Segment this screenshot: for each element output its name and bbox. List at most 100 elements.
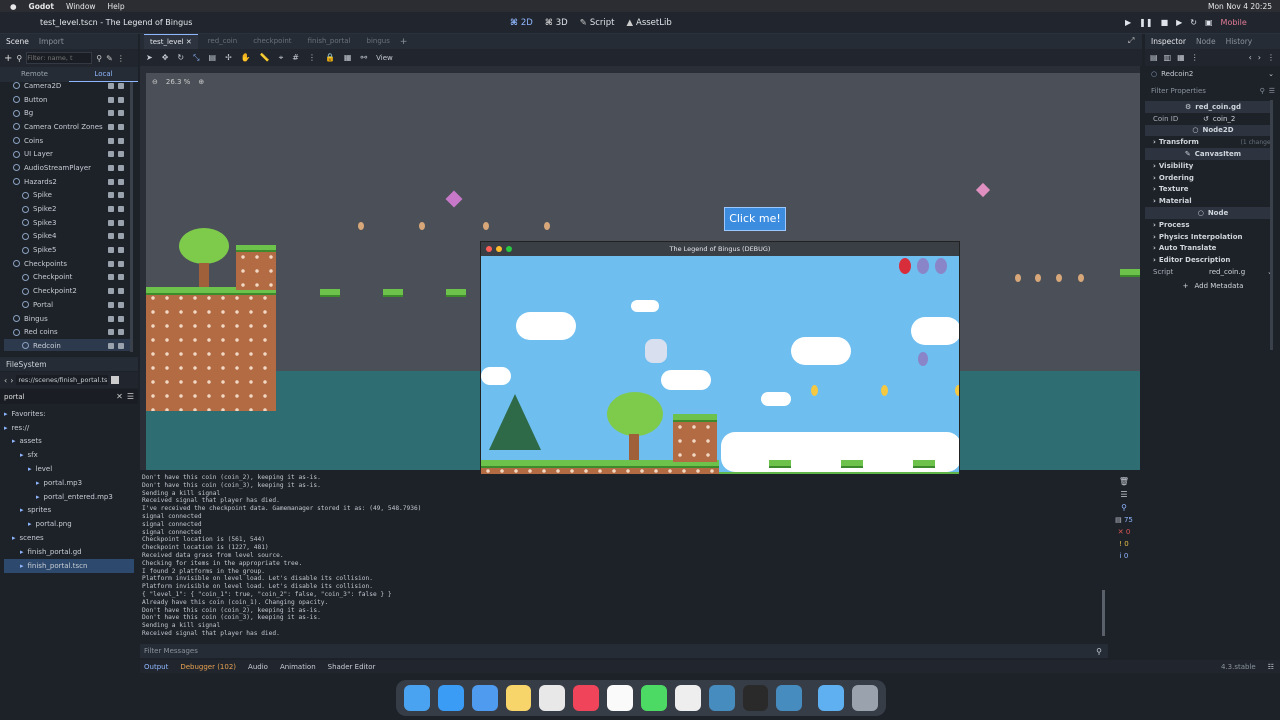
add-tab-icon[interactable]: +	[400, 37, 408, 47]
editor-description-section[interactable]: › Editor Description	[1145, 254, 1273, 266]
fs-item[interactable]: ▸ sfx	[4, 448, 134, 462]
scene-tree-item[interactable]: Button	[4, 93, 132, 107]
tab-inspector[interactable]: Inspector	[1151, 37, 1186, 46]
script-resource[interactable]: red_coin.g	[1209, 268, 1245, 276]
visibility-icons[interactable]	[108, 274, 124, 281]
reset-icon[interactable]: ↺	[1203, 115, 1209, 123]
fs-item[interactable]: ▸ scenes	[4, 531, 134, 545]
ruler-tool-icon[interactable]: 📏	[260, 53, 270, 62]
scene-tree-item[interactable]: Spike	[4, 189, 132, 203]
visibility-icons[interactable]	[108, 233, 124, 240]
play-icon[interactable]: ▶	[1125, 18, 1131, 27]
reload-icon[interactable]: ↻	[1190, 18, 1197, 27]
move-tool-icon[interactable]: ✥	[162, 53, 169, 62]
finder-icon[interactable]	[404, 685, 430, 711]
zoom-in-icon[interactable]: ⊕	[198, 78, 204, 86]
visibility-icons[interactable]	[108, 123, 124, 130]
layout-icon[interactable]: ☷	[1268, 663, 1274, 671]
fs-path[interactable]: res://scenes/finish_portal.ts	[16, 375, 109, 385]
safari-icon[interactable]	[437, 685, 464, 711]
close-icon[interactable]: ✕	[186, 38, 192, 46]
ordering-section[interactable]: › Ordering	[1145, 172, 1273, 184]
workspace-assetlib[interactable]: ▲ AssetLib	[626, 18, 671, 28]
music-icon[interactable]	[573, 685, 600, 711]
clear-log-icon[interactable]: 🗑	[1119, 477, 1129, 486]
back-icon[interactable]: ‹	[4, 376, 7, 385]
prev-icon[interactable]: ‹	[1249, 53, 1252, 62]
scene-tree-item[interactable]: AudioStreamPlayer	[4, 161, 132, 175]
fs-item[interactable]: ▸ portal_entered.mp3	[4, 490, 134, 504]
scene-tree-item[interactable]: Red coins	[4, 325, 132, 339]
scene-tree-item[interactable]: Checkpoint	[4, 271, 132, 285]
scene-tree-item[interactable]: Spike3	[4, 216, 132, 230]
app-menu[interactable]: Godot	[29, 2, 54, 11]
visibility-icons[interactable]	[108, 206, 124, 213]
visibility-icons[interactable]	[108, 151, 124, 158]
coin-id-value[interactable]: coin_2	[1213, 115, 1235, 123]
link-icon[interactable]: ⚲	[16, 54, 22, 63]
auto-translate-section[interactable]: › Auto Translate	[1145, 243, 1273, 255]
clear-icon[interactable]: ✕	[116, 392, 123, 401]
fs-item[interactable]: ▸ assets	[4, 435, 134, 449]
scene-tree-item[interactable]: Camera Control Zones	[4, 120, 132, 134]
messages-icon[interactable]	[641, 685, 667, 711]
transform-section[interactable]: › Transform (1 change)	[1145, 136, 1273, 148]
menu-icon[interactable]: ⋮	[117, 54, 125, 63]
tab-checkpoint[interactable]: checkpoint	[247, 34, 297, 49]
visibility-icons[interactable]	[108, 219, 124, 226]
workspace-2d[interactable]: ⌘ 2D	[510, 18, 533, 28]
scene-tree-item[interactable]: Camera2D	[4, 79, 132, 93]
more-icon[interactable]: ⋮	[308, 53, 316, 62]
notes-icon[interactable]	[505, 685, 532, 711]
fs-item[interactable]: ▸ res://	[4, 421, 134, 435]
split-icon[interactable]	[111, 376, 120, 384]
workspace-script[interactable]: ✎ Script	[580, 18, 615, 28]
tab-bingus[interactable]: bingus	[361, 34, 396, 49]
extra-icon[interactable]: ⋮	[1191, 53, 1199, 62]
physics-interp-section[interactable]: › Physics Interpolation	[1145, 231, 1273, 243]
process-section[interactable]: › Process	[1145, 219, 1273, 231]
load-resource-icon[interactable]: ▥	[1164, 53, 1172, 62]
grid-icon[interactable]: #	[292, 53, 299, 62]
play-scene-icon[interactable]: ▶	[1176, 18, 1182, 27]
mail-icon[interactable]	[471, 685, 498, 711]
list-tool-icon[interactable]: ▤	[209, 53, 217, 62]
tab-scene[interactable]: Scene	[6, 37, 29, 46]
visibility-icons[interactable]	[108, 110, 124, 117]
tab-node[interactable]: Node	[1196, 37, 1216, 46]
stop-icon[interactable]: ■	[1161, 18, 1169, 27]
snap-icon[interactable]: ⌖	[279, 53, 284, 63]
add-metadata-button[interactable]: + Add Metadata	[1145, 280, 1273, 292]
fs-item[interactable]: ▸ finish_portal.tscn	[4, 558, 134, 573]
chrome-icon[interactable]	[539, 685, 566, 711]
history-icon[interactable]: ⋮	[1267, 53, 1275, 62]
godot-debug-icon[interactable]	[776, 685, 803, 711]
scene-tree-item[interactable]: Checkpoints	[4, 257, 132, 271]
scale-tool-icon[interactable]: ⤡	[193, 53, 199, 63]
forward-icon[interactable]: ›	[10, 376, 13, 385]
material-section[interactable]: › Material	[1145, 195, 1273, 207]
select-tool-icon[interactable]: ➤	[146, 53, 153, 62]
fs-item[interactable]: ▸ sprites	[4, 504, 134, 518]
filter-icon[interactable]: ☰	[127, 392, 134, 401]
visibility-icons[interactable]	[108, 288, 124, 295]
script-icon[interactable]: ✎	[106, 54, 113, 63]
pan-tool-icon[interactable]: ✋	[241, 53, 251, 62]
visibility-icons[interactable]	[108, 315, 124, 322]
fs-item[interactable]: ▸ level	[4, 462, 134, 476]
options-icon[interactable]: ☰	[1269, 87, 1275, 95]
click-me-button[interactable]: Click me!	[724, 207, 786, 231]
save-icon[interactable]: ▦	[1177, 53, 1185, 62]
visibility-icons[interactable]	[108, 96, 124, 103]
fs-search-input[interactable]: portal	[4, 393, 116, 401]
tab-audio[interactable]: Audio	[248, 663, 268, 671]
scene-tree-item[interactable]: UI Layer	[4, 147, 132, 161]
log-count-warnings[interactable]: ! 0	[1119, 540, 1129, 548]
inspected-node[interactable]: Redcoin2	[1161, 70, 1193, 78]
fs-item[interactable]: ▸ finish_portal.gd	[4, 545, 134, 559]
scene-tree-item[interactable]: Coins	[4, 134, 132, 148]
scene-tree-item[interactable]: Redcoin	[4, 339, 132, 351]
filter-messages-input[interactable]: Filter Messages	[144, 647, 1096, 655]
node-menu-icon[interactable]: ⌄	[1268, 70, 1274, 78]
view-menu[interactable]: View	[376, 54, 393, 62]
